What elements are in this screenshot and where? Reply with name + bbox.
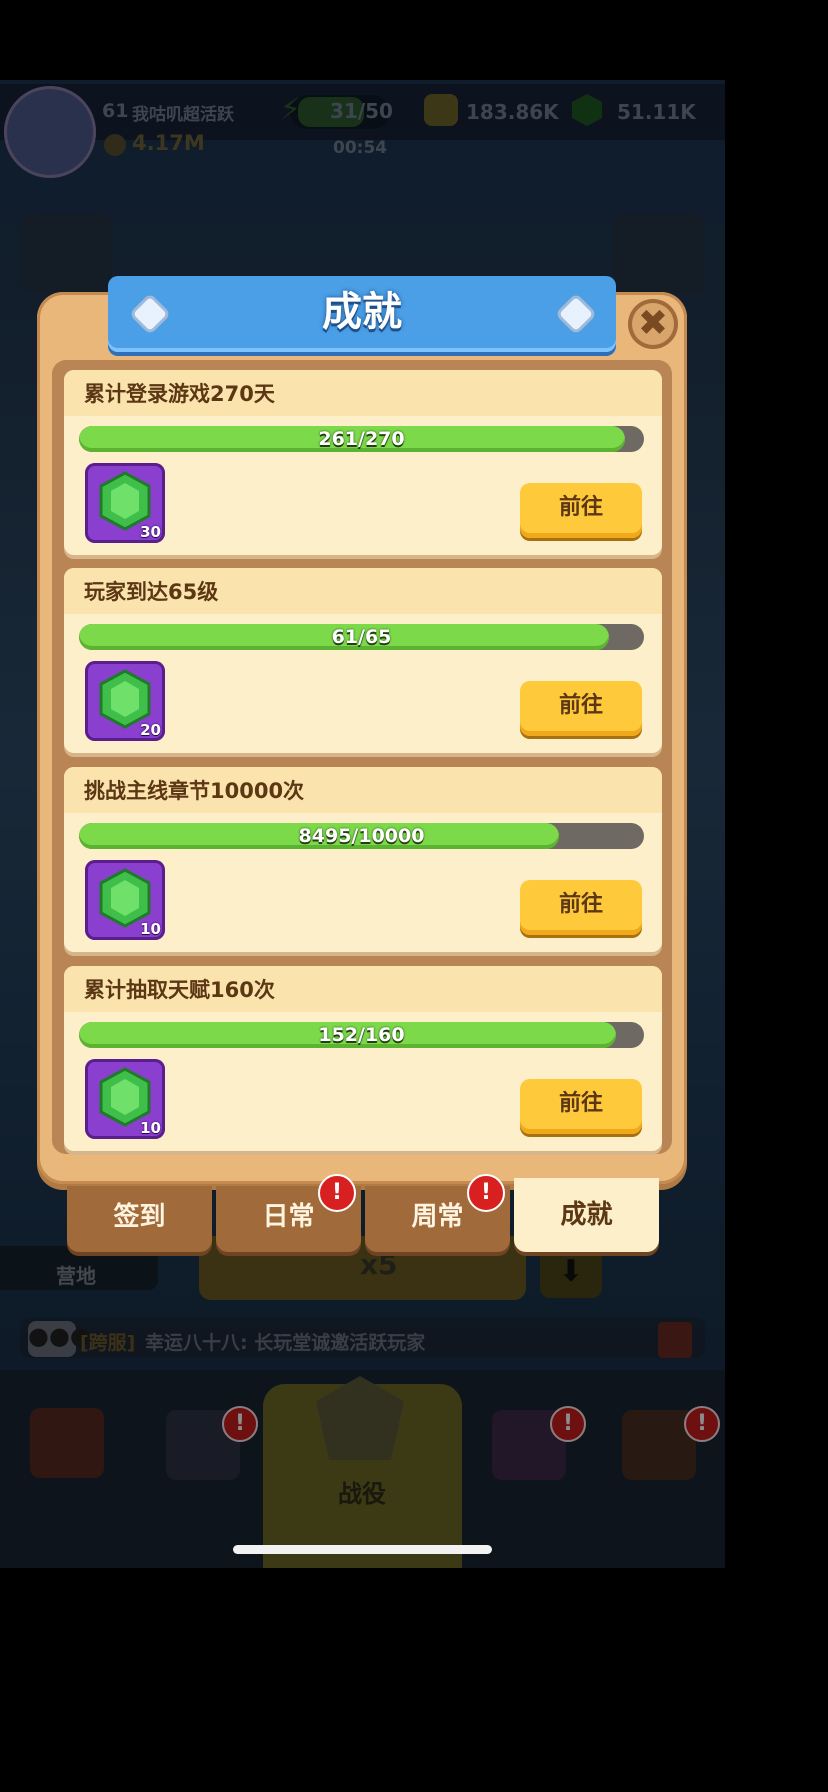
achievement-card: 玩家到达65级 61/65 20 前往 [64,568,662,753]
weekly-alert-badge: ! [467,1174,505,1212]
reward-quantity: 20 [140,721,161,739]
go-button[interactable]: 前往 [520,681,642,736]
reward-gem-item[interactable]: 10 [85,860,165,940]
emerald-gem-icon [99,1067,151,1127]
close-button[interactable]: ✖ [628,299,678,349]
reward-gem-item[interactable]: 30 [85,463,165,543]
achievement-card: 累计登录游戏270天 261/270 30 前往 [64,370,662,555]
achievement-title: 挑战主线章节10000次 [84,779,305,803]
home-indicator [233,1545,492,1554]
go-button[interactable]: 前往 [520,880,642,935]
emerald-gem-icon [99,471,151,531]
go-button[interactable]: 前往 [520,483,642,538]
progress-bar: 8495/10000 [79,823,644,849]
reward-quantity: 10 [140,1119,161,1137]
progress-text: 261/270 [318,428,405,450]
daily-alert-badge: ! [318,1174,356,1212]
progress-text: 152/160 [318,1024,405,1046]
emerald-gem-icon [99,868,151,928]
progress-bar: 61/65 [79,624,644,650]
go-button[interactable]: 前往 [520,1079,642,1134]
tab-sign-in[interactable]: 签到 [67,1186,212,1252]
dialog-title: 成就 [322,289,402,335]
achievement-card: 挑战主线章节10000次 8495/10000 10 前往 [64,767,662,952]
progress-text: 8495/10000 [298,825,425,847]
emerald-gem-icon [99,669,151,729]
close-icon: ✖ [637,303,669,344]
tab-achievements[interactable]: 成就 [514,1178,659,1252]
progress-text: 61/65 [331,626,392,648]
achievement-title: 累计抽取天赋160次 [84,978,275,1002]
reward-gem-item[interactable]: 20 [85,661,165,741]
achievement-title: 玩家到达65级 [84,580,219,604]
progress-bar: 261/270 [79,426,644,452]
achievement-title: 累计登录游戏270天 [84,382,275,406]
progress-bar: 152/160 [79,1022,644,1048]
reward-gem-item[interactable]: 10 [85,1059,165,1139]
reward-quantity: 10 [140,920,161,938]
reward-quantity: 30 [140,523,161,541]
achievement-card: 累计抽取天赋160次 152/160 10 前往 [64,966,662,1151]
